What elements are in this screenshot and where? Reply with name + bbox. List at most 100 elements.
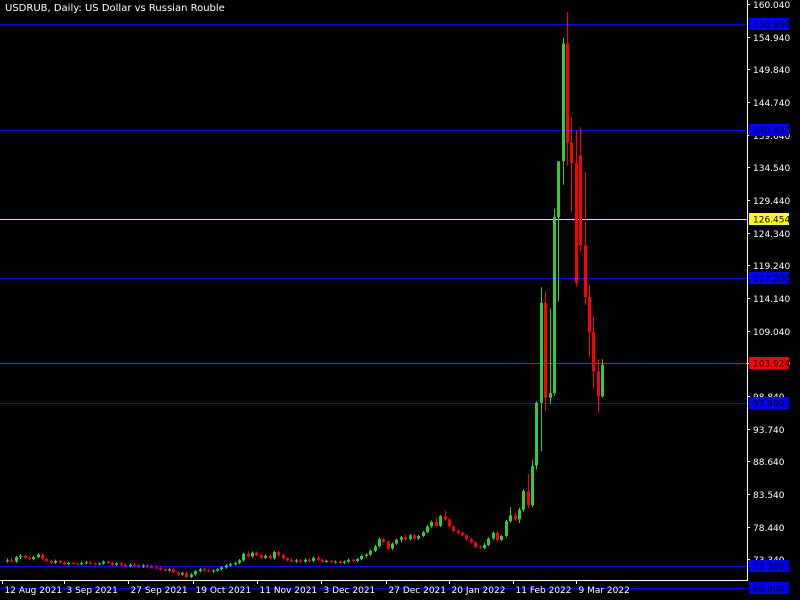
time-tick-label: 20 Jan 2022	[452, 586, 506, 596]
candle-body	[588, 297, 591, 333]
candle	[107, 560, 110, 565]
candle-body	[19, 555, 22, 558]
candle	[562, 37, 565, 185]
candle-body	[312, 557, 315, 561]
candle-body	[194, 571, 197, 575]
candle-body	[474, 542, 477, 547]
candle	[111, 561, 114, 567]
candle-body	[277, 551, 280, 556]
candle-body	[417, 535, 420, 539]
candle-body	[544, 302, 547, 398]
candle-body	[535, 402, 538, 466]
candle-body	[426, 526, 429, 533]
candle-body	[225, 565, 228, 568]
candle-body	[295, 560, 298, 562]
candle	[356, 557, 359, 563]
candle-body	[575, 163, 578, 283]
candle-body	[286, 558, 289, 561]
candle-body	[85, 562, 88, 564]
candle-body	[562, 43, 565, 162]
candle	[137, 564, 140, 569]
candle-body	[24, 555, 27, 558]
candle	[269, 554, 272, 560]
candle-body	[430, 521, 433, 527]
candle-body	[570, 142, 573, 164]
candle	[286, 557, 289, 562]
candle	[146, 564, 149, 569]
candle-body	[115, 563, 118, 565]
time-tick-label: 11 Feb 2022	[516, 586, 572, 596]
candle	[452, 525, 455, 533]
candle	[409, 534, 412, 541]
candle-body	[483, 544, 486, 549]
candle	[426, 525, 429, 534]
candle-body	[220, 567, 223, 570]
candle	[597, 359, 600, 413]
candle-body	[382, 539, 385, 542]
level-label: 68.900	[753, 585, 785, 595]
price-tick-label: 93.740	[753, 426, 785, 436]
candle-body	[448, 519, 451, 527]
time-tick-label: 19 Oct 2021	[196, 586, 252, 596]
candle	[382, 537, 385, 544]
candle	[474, 541, 477, 549]
price-tick-label: 114.140	[753, 295, 790, 305]
candle	[535, 401, 538, 470]
candle-body	[387, 541, 390, 549]
candle	[601, 359, 604, 398]
candle	[94, 562, 97, 566]
candle	[32, 555, 35, 561]
candle	[142, 564, 145, 569]
candle	[199, 568, 202, 573]
candle-body	[461, 532, 464, 536]
candle-body	[492, 532, 495, 539]
candle	[566, 11, 569, 166]
candle-body	[356, 559, 359, 561]
candle	[343, 560, 346, 565]
candle	[527, 473, 530, 509]
candle-body	[321, 559, 324, 562]
candle-body	[439, 516, 442, 526]
candle	[203, 568, 206, 572]
candle-body	[229, 564, 232, 566]
candle	[334, 560, 337, 564]
candle	[80, 561, 83, 566]
candle-body	[199, 569, 202, 572]
time-tick-label: 27 Sep 2021	[131, 586, 188, 596]
candle-body	[597, 371, 600, 397]
chart-container: 160.040 154.940 149.840 144.740 139.640 134.5…	[0, 0, 800, 600]
candle	[365, 553, 368, 558]
candle-body	[514, 515, 517, 520]
candle	[592, 316, 595, 390]
candle	[479, 544, 482, 550]
candle-body	[50, 560, 53, 563]
candle	[352, 558, 355, 563]
candle-body	[264, 555, 267, 558]
candle-body	[133, 564, 136, 566]
candle	[391, 542, 394, 551]
candle	[439, 514, 442, 528]
candle-body	[369, 550, 372, 555]
candle-body	[212, 570, 215, 572]
candle-body	[67, 562, 70, 565]
candle	[531, 459, 534, 508]
price-tick-label: 149.840	[753, 66, 790, 76]
candle	[85, 560, 88, 565]
candle-body	[465, 535, 468, 540]
candle-body	[584, 245, 587, 298]
candle-body	[255, 552, 258, 556]
candle	[395, 538, 398, 545]
candle	[54, 559, 57, 565]
candle-body	[159, 568, 162, 570]
candle-body	[98, 563, 101, 565]
price-tick-label: 83.540	[753, 491, 785, 501]
candle-body	[317, 557, 320, 560]
candle	[417, 534, 420, 540]
candles	[6, 11, 604, 579]
candle	[185, 571, 188, 579]
time-tick-label: 12 Aug 2021	[5, 586, 63, 596]
candle	[168, 568, 171, 572]
candle	[72, 561, 75, 565]
candle-body	[6, 560, 9, 562]
candle	[435, 517, 438, 528]
